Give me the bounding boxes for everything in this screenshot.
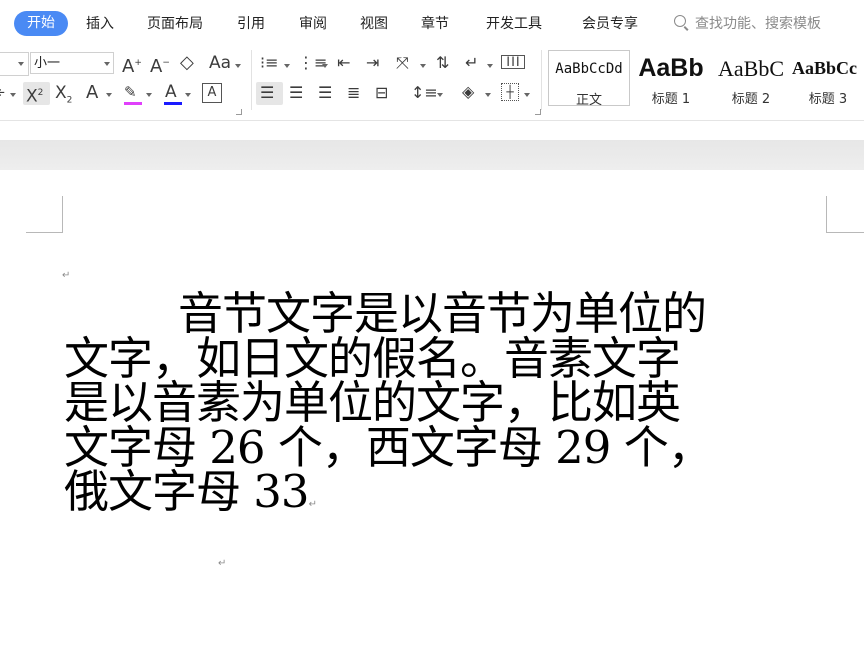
paragraph-mark: ↵	[62, 270, 71, 281]
sort-icon[interactable]: ⇅	[436, 53, 449, 73]
style-normal[interactable]: AaBbCcDd 正文	[548, 50, 630, 108]
chevron-down-icon	[485, 93, 491, 97]
chevron-down-icon	[235, 64, 241, 68]
tab-references[interactable]: 引用	[237, 13, 265, 33]
style-sample: AaBbC	[718, 56, 784, 81]
document-body-text[interactable]: 音节文字是以音节为单位的 文字，如日文的假名。音素文字 是以音素为单位的文字，比…	[64, 291, 859, 515]
text-line: 文字，如日文的假名。音素文字	[64, 331, 681, 385]
tab-membership[interactable]: 会员专享	[582, 13, 638, 33]
styles-gallery: AaBbCcDd 正文 AaBb 标题 1 AaBbC 标题 2 AaBbCc …	[546, 50, 864, 108]
text-effect-icon[interactable]: A	[86, 83, 98, 103]
align-right-icon[interactable]: ☰	[318, 83, 332, 103]
font-size-select[interactable]: 小一	[30, 52, 114, 74]
style-sample: AaBbCcDd	[555, 61, 623, 77]
ribbon-separator	[541, 50, 542, 110]
text-line: 是以音素为单位的文字，比如英	[64, 376, 681, 429]
style-sample: AaBbCc	[792, 58, 858, 78]
search-icon	[674, 15, 686, 27]
text-line: 音节文字是以音节为单位的	[64, 291, 859, 337]
style-heading-1[interactable]: AaBb 标题 1	[632, 50, 710, 107]
clear-format-icon[interactable]: ◇	[180, 53, 194, 73]
ruler-icon[interactable]: ┃┃┃	[501, 55, 525, 69]
chevron-down-icon	[106, 93, 112, 97]
chevron-down-icon	[322, 64, 328, 68]
style-sample: AaBb	[638, 54, 704, 82]
chinese-layout-icon[interactable]: ⤧	[396, 53, 409, 73]
chevron-down-icon	[18, 62, 24, 66]
tab-review[interactable]: 审阅	[299, 13, 327, 33]
ribbon-separator	[251, 50, 252, 110]
chevron-down-icon	[284, 64, 290, 68]
borders-icon[interactable]: ┼	[501, 83, 519, 101]
chevron-down-icon	[104, 62, 110, 66]
top-right-crop-mark	[826, 196, 864, 233]
font-dialog-launcher-icon[interactable]	[236, 109, 242, 115]
subscript-icon[interactable]: X2	[55, 83, 72, 110]
search-box[interactable]: 查找功能、搜索模板	[674, 13, 821, 33]
underline-icon[interactable]: ÷	[0, 83, 6, 103]
style-label: 标题 3	[808, 92, 848, 107]
paragraph-mark: ↵	[218, 558, 227, 569]
tab-insert[interactable]: 插入	[86, 13, 114, 33]
change-case-icon[interactable]: Aa	[209, 53, 231, 73]
chevron-down-icon	[437, 93, 443, 97]
style-label: 正文	[575, 93, 602, 108]
chevron-down-icon	[185, 93, 191, 97]
ribbon-bottom-border	[0, 120, 864, 121]
ribbon: 小一 A+ A− ◇ Aa ÷ X2 X2 A ✎ A A ⁝≡ ⋮≡ ⇤ ⇥ …	[0, 48, 864, 116]
shrink-font-icon[interactable]: A−	[150, 53, 170, 77]
font-size-value: 小一	[34, 56, 61, 71]
chevron-down-icon	[524, 93, 530, 97]
show-marks-icon[interactable]: ↵	[465, 53, 478, 73]
font-family-select[interactable]	[0, 52, 29, 76]
chevron-down-icon	[420, 64, 426, 68]
chevron-down-icon	[10, 93, 16, 97]
style-label: 标题 2	[731, 92, 771, 107]
document-page[interactable]: ↵ 音节文字是以音节为单位的 文字，如日文的假名。音素文字 是以音素为单位的文字…	[0, 170, 864, 663]
tab-developer[interactable]: 开发工具	[486, 13, 542, 33]
menu-bar: 开始 插入 页面布局 引用 审阅 视图 章节 开发工具 会员专享 查找功能、搜索…	[0, 0, 864, 48]
decrease-indent-icon[interactable]: ⇤	[337, 53, 350, 73]
bullets-icon[interactable]: ⁝≡	[260, 53, 279, 73]
superscript-icon[interactable]: X2	[26, 83, 43, 107]
style-heading-2[interactable]: AaBbC 标题 2	[712, 50, 790, 107]
font-color-icon[interactable]: A	[165, 82, 177, 102]
highlight-color-bar	[124, 102, 142, 105]
grow-font-icon[interactable]: A+	[122, 53, 142, 77]
tab-view[interactable]: 视图	[360, 13, 388, 33]
align-left-icon[interactable]: ☰	[260, 83, 274, 103]
increase-indent-icon[interactable]: ⇥	[366, 53, 379, 73]
style-heading-3[interactable]: AaBbCc 标题 3	[792, 50, 864, 107]
top-left-crop-mark	[26, 196, 63, 233]
search-placeholder: 查找功能、搜索模板	[695, 16, 821, 32]
justify-icon[interactable]: ≣	[347, 83, 360, 103]
tab-chapter[interactable]: 章节	[421, 13, 449, 33]
align-center-icon[interactable]: ☰	[289, 83, 303, 103]
chevron-down-icon	[487, 64, 493, 68]
shading-icon[interactable]: ◈	[462, 82, 474, 102]
tab-page-layout[interactable]: 页面布局	[147, 13, 203, 33]
canvas-background	[0, 140, 864, 170]
distribute-icon[interactable]: ⊟	[375, 83, 388, 103]
text-line: 俄文字母 33↵	[64, 469, 859, 515]
font-color-bar	[164, 102, 182, 105]
style-label: 标题 1	[651, 92, 691, 107]
paragraph-mark: ↵	[308, 499, 317, 510]
text-line-content: 俄文字母 33	[64, 465, 310, 518]
chevron-down-icon	[146, 93, 152, 97]
tab-home[interactable]: 开始	[14, 11, 68, 36]
numbering-icon[interactable]: ⋮≡	[298, 53, 327, 73]
text-line: 文字母 26 个，西文字母 29 个，	[64, 420, 713, 474]
char-border-icon[interactable]: A	[202, 83, 222, 103]
line-spacing-icon[interactable]: ↕≡	[411, 83, 438, 103]
highlight-icon[interactable]: ✎	[124, 82, 137, 102]
